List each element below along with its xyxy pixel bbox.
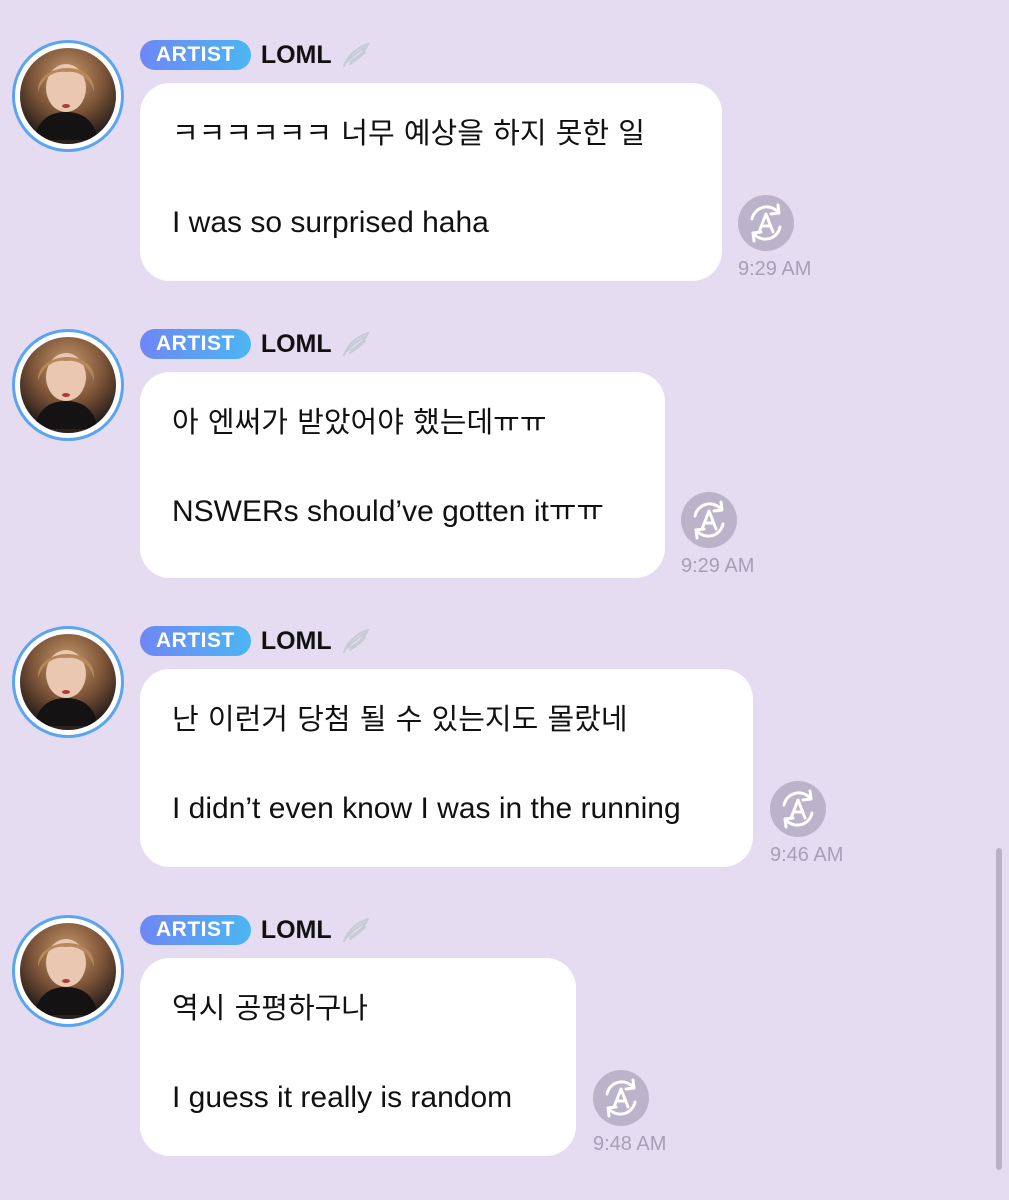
message-text-korean: ㅋㅋㅋㅋㅋㅋ 너무 예상을 하지 못한 일 [172,116,645,150]
artist-badge: ARTIST [140,915,251,945]
artist-badge: ARTIST [140,626,251,656]
avatar[interactable] [12,329,124,441]
sender-name[interactable]: LOML [261,627,332,656]
message-header: ARTIST LOML [140,323,370,365]
sender-name[interactable]: LOML [261,330,332,359]
wing-icon [342,331,370,356]
translate-refresh-icon [693,500,725,540]
avatar[interactable] [12,626,124,738]
message-text-english: I didn’t even know I was in the running [172,792,681,825]
translate-button[interactable] [681,492,737,548]
message-text-korean: 난 이런거 당첨 될 수 있는지도 몰랐네 [172,702,628,736]
avatar[interactable] [12,915,124,1027]
translate-refresh-icon [750,203,782,243]
translate-button[interactable] [770,781,826,837]
sender-name[interactable]: LOML [261,41,332,70]
wing-icon [342,917,370,942]
message-bubble[interactable]: 아 엔써가 받았어야 했는데ㅠㅠ NSWERs should’ve gotten… [140,372,665,578]
timestamp: 9:29 AM [738,258,812,280]
translate-button[interactable] [738,195,794,251]
timestamp: 9:46 AM [770,844,844,866]
avatar-photo [20,923,116,1019]
message-header: ARTIST LOML [140,620,370,662]
message-text-korean: 역시 공평하구나 [172,991,368,1025]
message-bubble[interactable]: 난 이런거 당첨 될 수 있는지도 몰랐네 I didn’t even know… [140,669,753,867]
artist-badge: ARTIST [140,40,251,70]
message-text-english: NSWERs should’ve gotten itㅠㅠ [172,495,605,528]
message-text-korean: 아 엔써가 받았어야 했는데ㅠㅠ [172,405,547,439]
timestamp: 9:48 AM [593,1133,667,1155]
avatar-photo [20,337,116,433]
message-bubble[interactable]: ㅋㅋㅋㅋㅋㅋ 너무 예상을 하지 못한 일 I was so surprised… [140,83,722,281]
message-header: ARTIST LOML [140,34,370,76]
message-header: ARTIST LOML [140,909,370,951]
translate-button[interactable] [593,1070,649,1126]
translate-refresh-icon [782,789,814,829]
avatar[interactable] [12,40,124,152]
message-text-english: I guess it really is random [172,1081,513,1114]
avatar-photo [20,48,116,144]
translate-refresh-icon [605,1078,637,1118]
message-text-english: I was so surprised haha [172,206,489,239]
avatar-photo [20,634,116,730]
message-bubble[interactable]: 역시 공평하구나 I guess it really is random [140,958,576,1156]
wing-icon [342,42,370,67]
scrollbar[interactable] [996,848,1002,1170]
timestamp: 9:29 AM [681,555,755,577]
wing-icon [342,628,370,653]
sender-name[interactable]: LOML [261,916,332,945]
artist-badge: ARTIST [140,329,251,359]
